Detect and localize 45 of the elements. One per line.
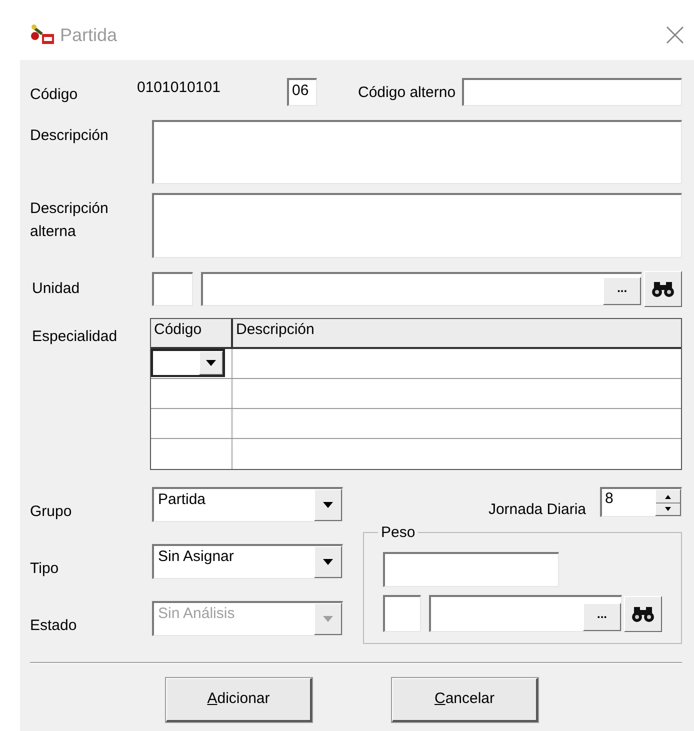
- column-header[interactable]: Descripción: [233, 319, 681, 347]
- combo-box[interactable]: Sin Asignar: [152, 544, 343, 579]
- field-label: Código: [30, 84, 79, 105]
- input-field[interactable]: 06: [287, 78, 317, 106]
- combo-value: Sin Asignar: [157, 546, 234, 567]
- field-label: Unidad: [31, 278, 81, 299]
- text-area[interactable]: [152, 120, 682, 184]
- dialog-button[interactable]: Cancelar: [392, 678, 538, 722]
- field-label: Descripción alterna: [30, 199, 110, 242]
- field-label: Descripción: [30, 126, 110, 146]
- caret-icon: [323, 502, 333, 508]
- input-field[interactable]: ...: [200, 272, 642, 306]
- window-title: Partida: [60, 24, 118, 46]
- input-field[interactable]: [152, 272, 192, 306]
- field-label: Código alterno: [358, 82, 456, 103]
- combo-box[interactable]: Partida: [152, 487, 343, 522]
- column-header[interactable]: Código: [151, 319, 233, 347]
- field-label: Estado: [30, 616, 78, 636]
- field-label: Tipo: [30, 559, 60, 580]
- input-field[interactable]: ...: [429, 595, 622, 632]
- text-area[interactable]: [152, 193, 682, 258]
- dialog-button[interactable]: Adicionar: [166, 678, 312, 722]
- combo-value: Sin Análisis: [157, 604, 235, 624]
- close-icon[interactable]: [666, 26, 684, 44]
- combo-value: Partida: [157, 490, 206, 510]
- binoculars-icon: [652, 280, 674, 298]
- search-button[interactable]: [624, 596, 662, 632]
- binoculars-icon: [632, 604, 654, 622]
- search-button[interactable]: [644, 271, 682, 307]
- field-label: Jornada Diaria: [488, 500, 586, 520]
- browse-button[interactable]: ...: [603, 277, 642, 305]
- caret-icon: [323, 559, 333, 565]
- caret-icon: [323, 616, 333, 622]
- grid-dropdown[interactable]: [151, 349, 225, 377]
- caret-icon: [206, 360, 216, 366]
- spin-value: 8: [604, 489, 614, 509]
- input-field[interactable]: [462, 78, 682, 106]
- spin-box[interactable]: 8: [600, 487, 682, 517]
- code-value: 0101010101: [137, 78, 222, 98]
- input-field[interactable]: [383, 552, 559, 587]
- input-field[interactable]: [383, 595, 421, 632]
- app-icon: [30, 24, 56, 46]
- browse-button[interactable]: ...: [583, 603, 621, 631]
- field-label: Grupo: [30, 502, 73, 522]
- field-label: Especialidad: [31, 327, 118, 347]
